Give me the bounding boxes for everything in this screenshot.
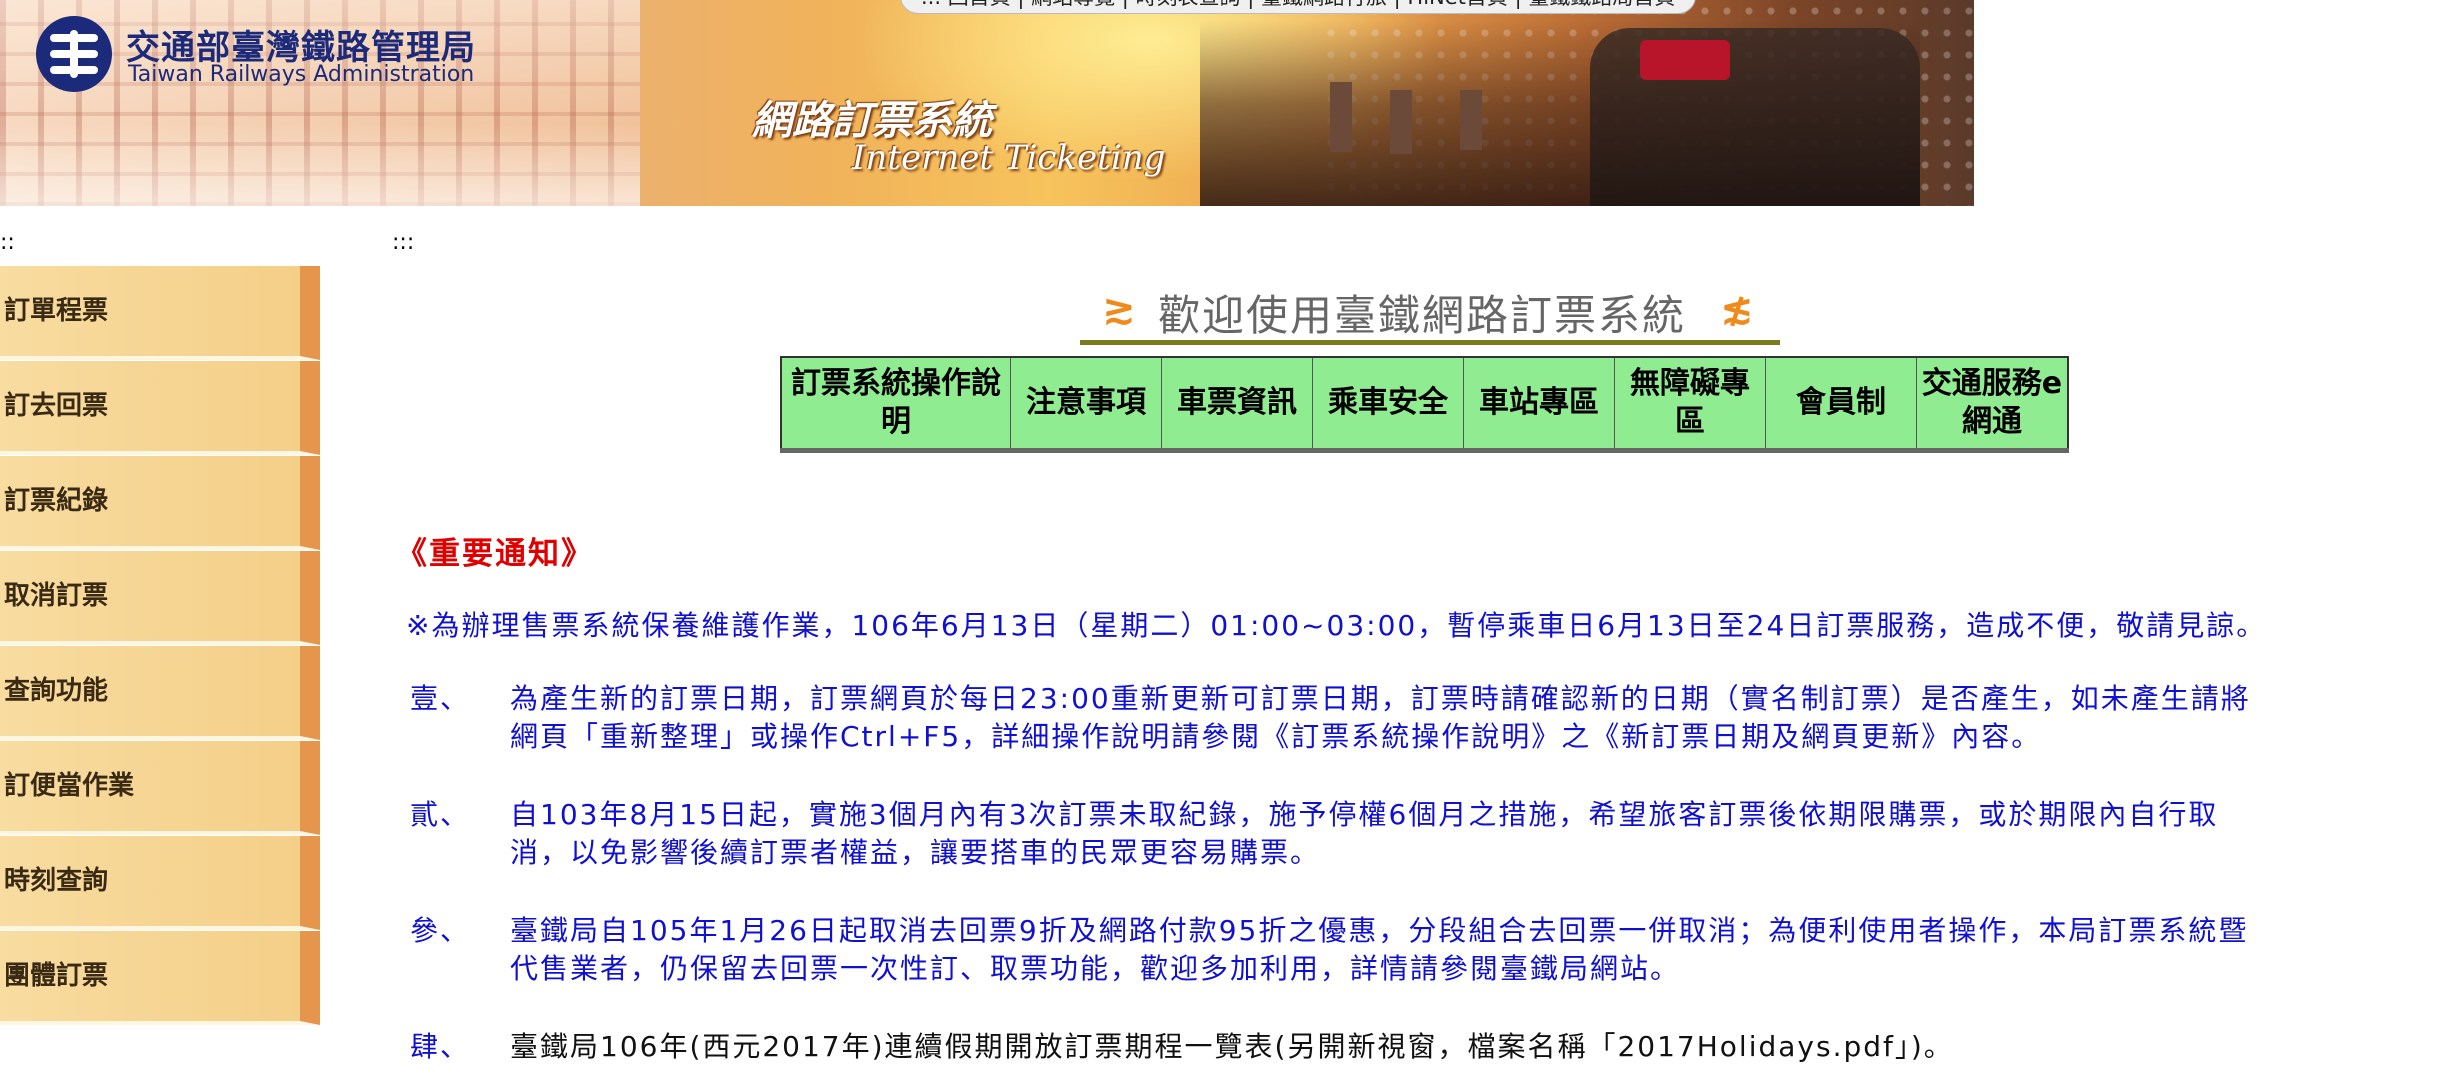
notice-line: 消，以免影響後續訂票者權益，讓要搭車的民眾更容易購票。: [510, 836, 1321, 869]
sidebar-item-label: 取消訂票: [4, 581, 109, 611]
nav-notices[interactable]: 注意事項: [1010, 356, 1162, 453]
notice-number: 肆、: [410, 1030, 471, 1063]
notice-line: 臺鐵局自105年1月26日起取消去回票9折及網路付款95折之優惠，分段組合去回票…: [510, 914, 2249, 947]
nav-station-zone[interactable]: 車站專區: [1463, 356, 1615, 453]
sidebar-item-group-booking[interactable]: 團體訂票: [0, 931, 320, 1025]
nav-traffic-service[interactable]: 交通服務e網通: [1916, 356, 2069, 453]
notice-line: 代售業者，仍保留去回票一次性訂、取票功能，歡迎多加利用，詳情請參閱臺鐵局網站。: [510, 952, 1681, 985]
main-accesskey-marker[interactable]: :::: [392, 230, 414, 255]
notice-number: 壹、: [410, 682, 471, 715]
notice-line: 為產生新的訂票日期，訂票網頁於每日23:00重新更新可訂票日期，訂票時請確認新的…: [510, 682, 2251, 715]
org-name-en: Taiwan Railways Administration: [128, 62, 475, 87]
system-title-en: Internet Ticketing: [852, 138, 1166, 178]
tra-logo-link[interactable]: 交通部臺灣鐵路管理局 Taiwan Railways Administratio…: [0, 0, 500, 110]
sidebar-item-label: 訂便當作業: [4, 771, 135, 801]
swirl-right-icon: ≴: [1720, 286, 1754, 332]
sidebar-item-query[interactable]: 查詢功能: [0, 646, 320, 740]
header-banner: 交通部臺灣鐵路管理局 Taiwan Railways Administratio…: [0, 0, 1974, 206]
nav-accessibility[interactable]: 無障礙專區: [1614, 356, 1766, 453]
sidebar-item-label: 訂去回票: [4, 391, 109, 421]
swirl-left-icon: ≳: [1102, 286, 1136, 332]
sidebar-item-booking-record[interactable]: 訂票紀錄: [0, 456, 320, 550]
nav-membership[interactable]: 會員制: [1765, 356, 1917, 453]
holiday-schedule-link[interactable]: 臺鐵局106年(西元2017年)連續假期開放訂票期程一覽表(另開新視窗，檔案名稱…: [510, 1028, 2442, 1066]
nav-operation-guide[interactable]: 訂票系統操作說明: [780, 356, 1011, 453]
notice-line: 網頁「重新整理」或操作Ctrl+F5，詳細操作說明請參閱《訂票系統操作說明》之《…: [510, 720, 2042, 753]
top-links-bar[interactable]: ... 回首頁 | 網站導覽 | 時刻表查詢 | 臺鐵網路行旅 | HiNet首…: [900, 0, 1697, 14]
sidebar-item-label: 訂單程票: [4, 296, 109, 326]
notice-line: 自103年8月15日起，實施3個月內有3次訂票未取紀錄，施予停權6個月之措施，希…: [510, 798, 2219, 831]
notice-number: 貳、: [410, 798, 471, 831]
notice-number: 參、: [410, 914, 471, 947]
sidebar-item-lunchbox-order[interactable]: 訂便當作業: [0, 741, 320, 835]
sidebar-item-one-way-ticket[interactable]: 訂單程票: [0, 266, 320, 360]
welcome-heading: ≳ 歡迎使用臺鐵網路訂票系統 ≴: [1080, 282, 1780, 345]
nav-ride-safety[interactable]: 乘車安全: [1312, 356, 1464, 453]
sidebar-item-label: 時刻查詢: [4, 866, 109, 896]
maintenance-notice: ※為辦理售票系統保養維護作業，106年6月13日（星期二）01:00~03:00…: [406, 609, 2267, 642]
sidebar-item-timetable[interactable]: 時刻查詢: [0, 836, 320, 930]
sidebar-item-label: 查詢功能: [4, 676, 109, 706]
welcome-text: 歡迎使用臺鐵網路訂票系統: [1158, 291, 1687, 340]
sidebar-item-label: 訂票紀錄: [4, 486, 109, 516]
sidebar-menu: 訂單程票 訂去回票 訂票紀錄 取消訂票 查詢功能 訂便當作業 時刻查詢 團體訂票: [0, 266, 320, 1074]
sidebar-item-label: 團體訂票: [4, 961, 109, 991]
important-notice-title: 《重要通知》: [396, 536, 594, 572]
sidebar-item-cancel-booking[interactable]: 取消訂票: [0, 551, 320, 645]
tra-logo-icon: [36, 16, 112, 92]
info-nav-table: 訂票系統操作說明 注意事項 車票資訊 乘車安全 車站專區 無障礙專區 會員制 交…: [780, 356, 2069, 453]
sidebar-item-round-trip-ticket[interactable]: 訂去回票: [0, 361, 320, 455]
sidebar-accesskey-marker[interactable]: ::: [0, 230, 15, 255]
nav-ticket-info[interactable]: 車票資訊: [1161, 356, 1313, 453]
